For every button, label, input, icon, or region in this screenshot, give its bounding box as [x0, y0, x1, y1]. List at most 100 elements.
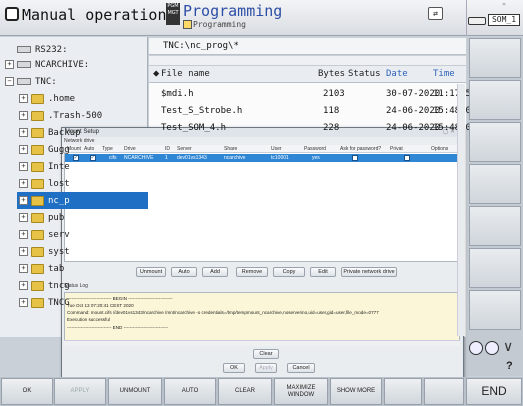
table-column-header[interactable]: User — [271, 146, 282, 152]
cell-server: dev01vs1343 — [177, 155, 207, 161]
programming-mode-title[interactable]: Programming — [183, 2, 282, 20]
expand-icon[interactable]: + — [19, 145, 28, 154]
rotate-left-icon[interactable] — [469, 341, 483, 355]
machine-mode-title[interactable]: Manual operation — [22, 6, 167, 24]
expand-icon[interactable]: + — [19, 298, 28, 307]
tree-item[interactable]: + .Trash-500 — [17, 107, 148, 124]
log-line: ----------------------------- END ------… — [67, 325, 168, 330]
table-column-header[interactable]: Drive — [124, 146, 136, 152]
empty-softkey-8[interactable] — [384, 378, 422, 405]
private-checkbox[interactable] — [404, 155, 410, 161]
switch-screen-icon[interactable]: ⇄ — [428, 7, 443, 20]
chevron-up-icon[interactable]: ⌃ — [488, 2, 520, 12]
auto-button[interactable]: Auto — [171, 267, 197, 277]
table-column-header[interactable]: Password — [304, 146, 326, 152]
file-row[interactable]: $mdi.h 2103 30-07-2020 11:17:57 — [149, 86, 476, 103]
copy-button[interactable]: Copy — [273, 267, 305, 277]
folder-icon — [31, 127, 44, 138]
empty-softkey-9[interactable] — [424, 378, 464, 405]
expand-icon[interactable]: + — [19, 213, 28, 222]
maximize-window-softkey[interactable]: MAXIMIZE WINDOW — [274, 378, 328, 405]
vertical-softkey-1[interactable] — [469, 38, 521, 78]
column-bytes[interactable]: Bytes — [318, 69, 345, 79]
column-file-name[interactable]: File name — [161, 69, 210, 79]
folder-icon — [31, 263, 44, 274]
cancel-button[interactable]: Cancel — [287, 363, 315, 373]
add-button[interactable]: Add — [202, 267, 228, 277]
column-time[interactable]: Time — [433, 69, 455, 79]
log-line: Command: mount.cifs //dev01vs1343/ncarch… — [67, 310, 379, 315]
cell-id: 1 — [165, 155, 168, 161]
tree-item[interactable]: + nc_p — [17, 192, 148, 209]
tree-item[interactable]: + serv — [17, 226, 148, 243]
auto-softkey[interactable]: AUTO — [164, 378, 216, 405]
end-softkey[interactable]: END — [466, 378, 522, 405]
unmount-button[interactable]: Unmount — [136, 267, 166, 277]
expand-icon[interactable]: + — [19, 162, 28, 171]
log-line: ----------------------------- BEGIN ----… — [67, 296, 173, 301]
vertical-softkey-7[interactable] — [469, 290, 521, 330]
vertical-softkey-2[interactable] — [469, 80, 521, 120]
expand-icon[interactable]: + — [19, 111, 28, 120]
som-label[interactable]: SOM_1 — [488, 14, 520, 26]
table-column-header[interactable]: Server — [177, 146, 192, 152]
column-status[interactable]: Status — [348, 69, 381, 79]
apply-button[interactable]: Apply — [255, 363, 277, 373]
tree-item[interactable]: + Backup — [17, 124, 148, 141]
vertical-softkey-4[interactable] — [469, 164, 521, 204]
table-column-header[interactable]: Mount — [67, 146, 81, 152]
expand-icon[interactable]: + — [19, 94, 28, 103]
expand-icon[interactable]: + — [5, 60, 14, 69]
file-row[interactable]: Test_S_Strobe.h 118 24-06-2020 15:48:05 — [149, 103, 476, 120]
edit-button[interactable]: Edit — [310, 267, 336, 277]
expand-icon[interactable]: + — [19, 128, 28, 137]
vertical-softkey-6[interactable] — [469, 248, 521, 288]
remove-button[interactable]: Remove — [236, 267, 268, 277]
table-column-header[interactable]: Type — [102, 146, 113, 152]
tree-item[interactable]: − TNC: — [3, 73, 148, 90]
tree-item-label: tab — [48, 263, 65, 274]
private-network-drive-button[interactable]: Private network drive — [341, 267, 397, 277]
log-horizontal-scrollbar[interactable] — [64, 340, 460, 346]
expand-icon[interactable]: + — [19, 196, 28, 205]
tree-item[interactable]: + Inte — [17, 158, 148, 175]
tree-item[interactable]: + tab — [17, 260, 148, 277]
help-button[interactable]: ? — [506, 360, 513, 372]
ask-password-checkbox[interactable] — [352, 155, 358, 161]
tree-item[interactable]: + lost — [17, 175, 148, 192]
sort-icon[interactable]: ⬥ — [153, 69, 159, 79]
expand-icon[interactable]: + — [19, 281, 28, 290]
vertical-softkey-3[interactable] — [469, 122, 521, 162]
table-column-header[interactable]: Options — [431, 146, 448, 152]
tree-item[interactable]: + .home — [17, 90, 148, 107]
rotate-right-icon[interactable] — [485, 341, 499, 355]
expand-icon[interactable]: + — [19, 264, 28, 273]
expand-icon[interactable]: + — [19, 230, 28, 239]
table-column-header[interactable]: Auto — [84, 146, 94, 152]
table-column-header[interactable]: ID — [165, 146, 170, 152]
expand-icon[interactable]: + — [19, 179, 28, 188]
tree-item[interactable]: + tncg — [17, 277, 148, 294]
table-column-header[interactable]: Privat — [390, 146, 403, 152]
collapse-icon[interactable]: − — [5, 77, 14, 86]
clear-log-button[interactable]: Clear — [253, 349, 279, 359]
file-row[interactable]: Test_SOM_4.h 228 24-06-2020 15:48:05 — [149, 120, 476, 137]
tnc-screen: Manual operation PGM MGT Programming Pro… — [0, 0, 523, 406]
tree-item[interactable]: + pub — [17, 209, 148, 226]
tree-item[interactable]: + syst — [17, 243, 148, 260]
apply-softkey[interactable]: APPLY — [54, 378, 106, 405]
show-more-softkey[interactable]: SHOW MORE — [330, 378, 382, 405]
expand-icon[interactable]: + — [19, 247, 28, 256]
chevron-down-icon[interactable]: ∨ — [503, 339, 513, 355]
pgm-mgt-icon: PGM MGT — [166, 3, 180, 25]
tree-item[interactable]: + NCARCHIVE: — [3, 56, 148, 73]
clear-softkey[interactable]: CLEAR — [218, 378, 272, 405]
ok-button[interactable]: OK — [223, 363, 245, 373]
table-column-header[interactable]: Share — [224, 146, 237, 152]
ok-softkey[interactable]: OK — [1, 378, 53, 405]
column-date[interactable]: Date — [386, 69, 408, 79]
vertical-softkey-5[interactable] — [469, 206, 521, 246]
table-column-header[interactable]: Ask for password? — [340, 146, 381, 152]
unmount-softkey[interactable]: UNMOUNT — [108, 378, 162, 405]
file-list-scrollbar[interactable] — [457, 84, 465, 336]
